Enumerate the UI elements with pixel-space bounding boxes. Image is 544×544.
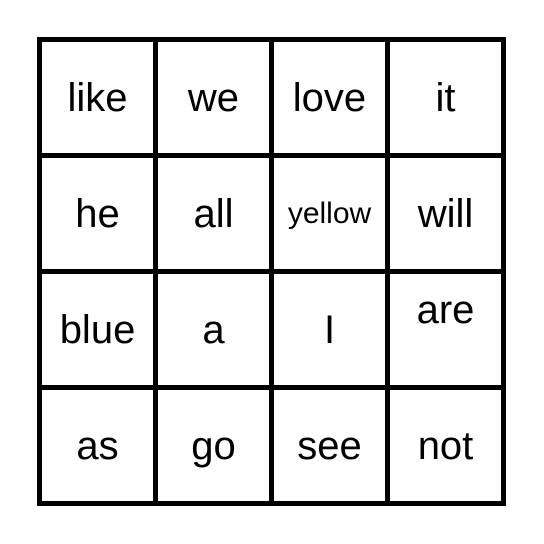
- bingo-cell[interactable]: he: [42, 158, 153, 269]
- cell-word: yellow: [287, 196, 372, 230]
- cell-word: see: [297, 423, 362, 468]
- cell-word: love: [292, 75, 367, 120]
- bingo-cell[interactable]: are: [390, 274, 501, 385]
- cell-word: will: [417, 191, 474, 236]
- cell-word: blue: [59, 307, 136, 352]
- bingo-cell[interactable]: like: [42, 42, 153, 153]
- cell-word: all: [193, 191, 234, 236]
- cell-word: as: [76, 423, 119, 468]
- cell-word: like: [67, 75, 128, 120]
- bingo-cell[interactable]: we: [158, 42, 269, 153]
- cell-word: go: [191, 423, 236, 468]
- bingo-cell[interactable]: it: [390, 42, 501, 153]
- bingo-cell[interactable]: will: [390, 158, 501, 269]
- bingo-cell[interactable]: yellow: [274, 158, 385, 269]
- bingo-cell[interactable]: not: [390, 390, 501, 501]
- bingo-cell[interactable]: blue: [42, 274, 153, 385]
- bingo-cell[interactable]: a: [158, 274, 269, 385]
- bingo-cell[interactable]: go: [158, 390, 269, 501]
- bingo-cell[interactable]: I: [274, 274, 385, 385]
- cell-word: are: [416, 288, 475, 332]
- cell-word: it: [435, 75, 456, 120]
- bingo-cell[interactable]: see: [274, 390, 385, 501]
- cell-word: not: [417, 423, 474, 468]
- cell-word: I: [323, 307, 336, 352]
- cell-word: he: [75, 191, 120, 236]
- bingo-cell[interactable]: as: [42, 390, 153, 501]
- cell-word: we: [187, 75, 240, 120]
- cell-word: a: [202, 307, 225, 352]
- bingo-board: like we love it he all yellow will blue …: [37, 37, 506, 506]
- bingo-cell[interactable]: love: [274, 42, 385, 153]
- bingo-cell[interactable]: all: [158, 158, 269, 269]
